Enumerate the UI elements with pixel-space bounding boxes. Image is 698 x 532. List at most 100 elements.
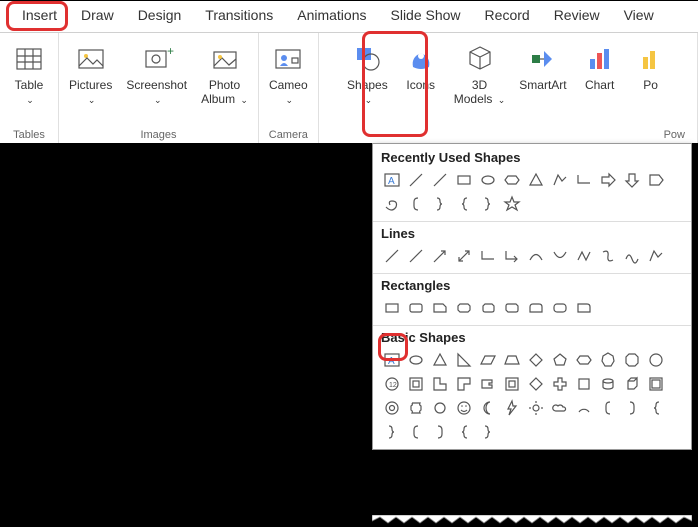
shape-oval[interactable] bbox=[477, 169, 499, 191]
shape-rbr2[interactable] bbox=[429, 421, 451, 443]
shape-freeform[interactable] bbox=[645, 245, 667, 267]
shape-rect[interactable] bbox=[453, 169, 475, 191]
shape-roundsame[interactable] bbox=[549, 297, 571, 319]
shape-circle[interactable] bbox=[429, 397, 451, 419]
shape-cloud[interactable] bbox=[549, 397, 571, 419]
shape-spiral[interactable] bbox=[381, 193, 403, 215]
shape-cyl[interactable] bbox=[597, 373, 619, 395]
shape-cube[interactable] bbox=[621, 373, 643, 395]
cameo-button[interactable]: Cameo⌄ bbox=[263, 39, 314, 109]
shape-elbowarr[interactable] bbox=[501, 245, 523, 267]
shape-line[interactable] bbox=[381, 245, 403, 267]
shape-hept[interactable] bbox=[597, 349, 619, 371]
shape-rbrace2[interactable] bbox=[477, 193, 499, 215]
shape-roundrect[interactable] bbox=[405, 297, 427, 319]
shape-plus[interactable] bbox=[549, 373, 571, 395]
shape-lshape[interactable] bbox=[429, 373, 451, 395]
tab-view[interactable]: View bbox=[612, 1, 666, 32]
shape-rbrace[interactable] bbox=[429, 193, 451, 215]
shape-hex[interactable] bbox=[501, 169, 523, 191]
photo-album-button[interactable]: PhotoAlbum ⌄ bbox=[195, 39, 254, 109]
shape-lbrace2[interactable] bbox=[453, 421, 475, 443]
shape-penta[interactable] bbox=[645, 169, 667, 191]
shapes-button[interactable]: Shapes⌄ bbox=[341, 39, 394, 109]
shape-elbow[interactable] bbox=[573, 169, 595, 191]
tab-transitions[interactable]: Transitions bbox=[193, 1, 285, 32]
shape-elbow[interactable] bbox=[477, 245, 499, 267]
shape-round1[interactable] bbox=[573, 297, 595, 319]
shape-smile[interactable] bbox=[453, 397, 475, 419]
shape-rarrow[interactable] bbox=[597, 169, 619, 191]
shape-lbr[interactable] bbox=[597, 397, 619, 419]
shape-s[interactable] bbox=[597, 245, 619, 267]
shape-rtri[interactable] bbox=[453, 349, 475, 371]
shape-corner[interactable] bbox=[453, 373, 475, 395]
shape-lbrace[interactable] bbox=[645, 397, 667, 419]
shape-snip1[interactable] bbox=[429, 297, 451, 319]
shape-zigzag[interactable] bbox=[573, 245, 595, 267]
shape-rect[interactable] bbox=[381, 297, 403, 319]
shape-diamond[interactable] bbox=[525, 349, 547, 371]
shape-arrow[interactable] bbox=[429, 245, 451, 267]
shape-darrow[interactable] bbox=[621, 169, 643, 191]
shape-lbr2[interactable] bbox=[405, 421, 427, 443]
shape-line[interactable] bbox=[429, 169, 451, 191]
tab-slideshow[interactable]: Slide Show bbox=[379, 1, 473, 32]
shape-dblarrow[interactable] bbox=[453, 245, 475, 267]
shape-rbr[interactable] bbox=[621, 397, 643, 419]
shape-rectrect[interactable] bbox=[405, 373, 427, 395]
shape-lbrace[interactable] bbox=[453, 193, 475, 215]
shape-rect2[interactable] bbox=[501, 373, 523, 395]
shape-tri[interactable] bbox=[525, 169, 547, 191]
shape-square[interactable] bbox=[573, 373, 595, 395]
tab-design[interactable]: Design bbox=[126, 1, 194, 32]
smartart-button[interactable]: SmartArt bbox=[513, 39, 572, 95]
shape-rbrace2[interactable] bbox=[477, 421, 499, 443]
shape-dec[interactable] bbox=[645, 349, 667, 371]
shape-trap[interactable] bbox=[501, 349, 523, 371]
shape-rbrace[interactable] bbox=[381, 421, 403, 443]
shape-textbox[interactable]: A bbox=[381, 349, 403, 371]
shape-star[interactable] bbox=[501, 193, 523, 215]
shape-oct[interactable] bbox=[621, 349, 643, 371]
tab-record[interactable]: Record bbox=[473, 1, 542, 32]
shape-lbracket[interactable] bbox=[405, 193, 427, 215]
tab-draw[interactable]: Draw bbox=[69, 1, 126, 32]
shape-rhombus[interactable] bbox=[525, 373, 547, 395]
tab-review[interactable]: Review bbox=[542, 1, 612, 32]
shape-donut[interactable] bbox=[381, 397, 403, 419]
shape-plaque[interactable] bbox=[405, 397, 427, 419]
shape-arc[interactable] bbox=[573, 397, 595, 419]
tab-animations[interactable]: Animations bbox=[285, 1, 378, 32]
powerbi-button[interactable]: Po bbox=[627, 39, 675, 95]
table-button[interactable]: Table⌄ bbox=[4, 39, 54, 109]
shape-snipround[interactable] bbox=[477, 297, 499, 319]
screenshot-button[interactable]: + Screenshot⌄ bbox=[120, 39, 193, 109]
shape-para[interactable] bbox=[477, 349, 499, 371]
3d-models-button[interactable]: 3DModels ⌄ bbox=[448, 39, 512, 109]
shape-line[interactable] bbox=[405, 245, 427, 267]
shape-notch[interactable] bbox=[477, 373, 499, 395]
shape-sun[interactable] bbox=[525, 397, 547, 419]
shape-circnum[interactable]: 12 bbox=[381, 373, 403, 395]
shape-roundtop[interactable] bbox=[525, 297, 547, 319]
tab-insert[interactable]: Insert bbox=[10, 1, 69, 32]
shape-tri[interactable] bbox=[429, 349, 451, 371]
shape-curve2[interactable] bbox=[549, 245, 571, 267]
shape-pent[interactable] bbox=[549, 349, 571, 371]
shape-textbox[interactable]: A bbox=[381, 169, 403, 191]
shape-frame[interactable] bbox=[645, 373, 667, 395]
shape-moon[interactable] bbox=[477, 397, 499, 419]
shape-rounddiag[interactable] bbox=[501, 297, 523, 319]
shape-curve[interactable] bbox=[525, 245, 547, 267]
shape-bolt[interactable] bbox=[501, 397, 523, 419]
shape-snip2[interactable] bbox=[453, 297, 475, 319]
shape-scribble[interactable] bbox=[621, 245, 643, 267]
shape-freeform[interactable] bbox=[549, 169, 571, 191]
shape-hex[interactable] bbox=[573, 349, 595, 371]
chart-button[interactable]: Chart bbox=[575, 39, 625, 95]
icons-button[interactable]: Icons bbox=[396, 39, 446, 95]
pictures-button[interactable]: Pictures⌄ bbox=[63, 39, 118, 109]
shape-line[interactable] bbox=[405, 169, 427, 191]
shape-ellipse[interactable] bbox=[405, 349, 427, 371]
